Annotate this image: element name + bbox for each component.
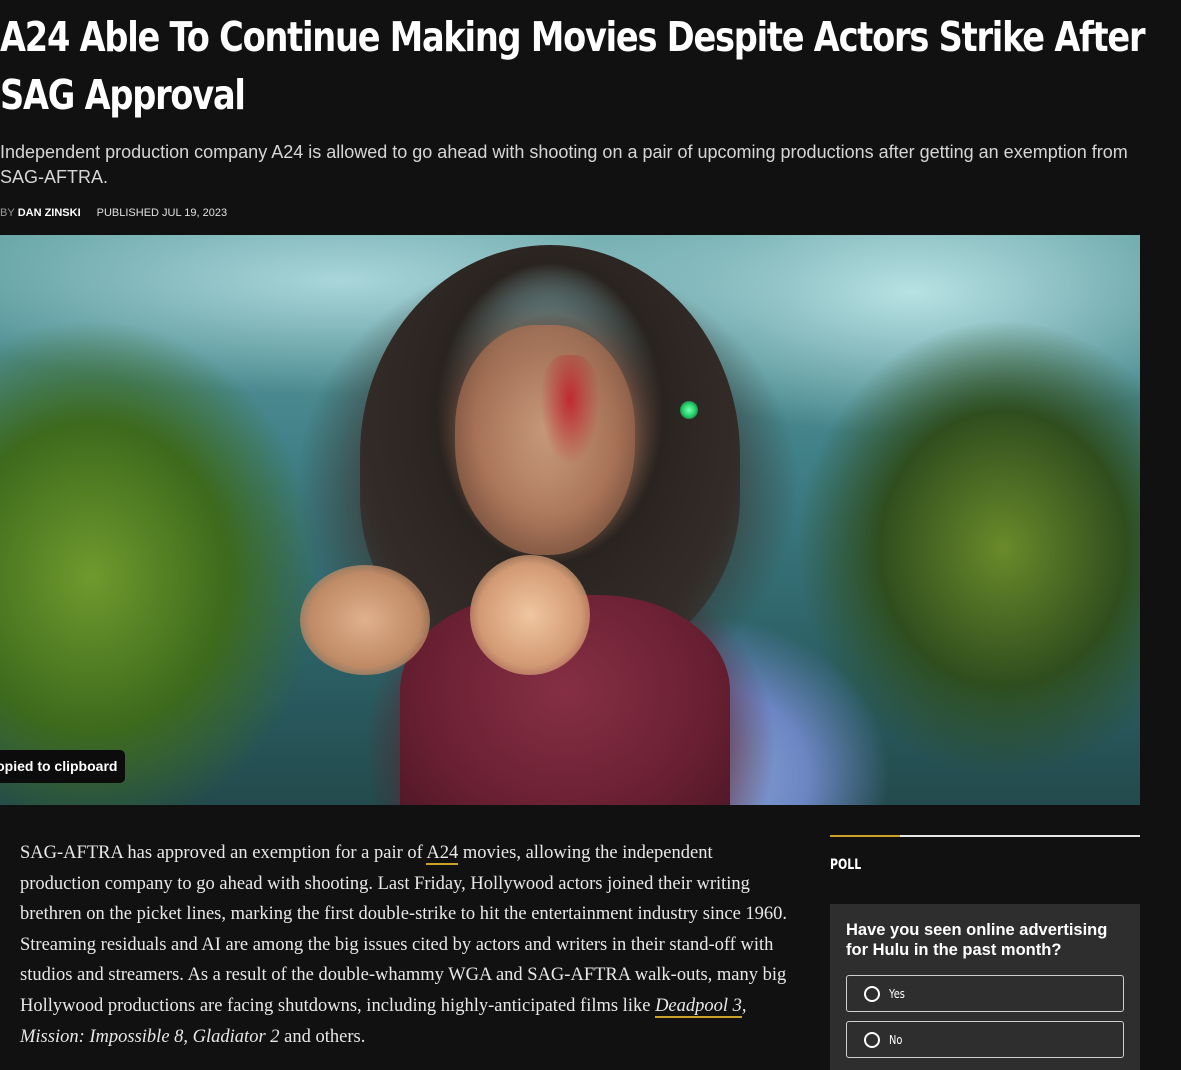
hero-image-right-hand (470, 555, 590, 675)
body-text-segment: and others. (279, 1026, 366, 1047)
hero-image-wound (540, 355, 600, 465)
radio-icon (864, 985, 880, 1002)
poll-question: Have you seen online advertising for Hul… (846, 921, 1108, 959)
body-text-segment: SAG-AFTRA has approved an exemption for … (20, 843, 427, 863)
body-text-segment: , (183, 1026, 193, 1047)
hero-image-left-hand (300, 565, 430, 675)
body-text-segment: movies, allowing the independent product… (20, 843, 788, 1016)
published-date: PUBLISHED JUL 19, 2023 (96, 207, 228, 219)
poll-option-no[interactable]: No (846, 1021, 1124, 1058)
poll-option-yes[interactable]: Yes (846, 975, 1124, 1012)
body-text-segment: , (741, 995, 747, 1016)
copied-toast: Copied to clipboard (0, 750, 125, 783)
mission-impossible-8-title: Mission: Impossible 8 (20, 1026, 184, 1047)
poll-widget: Have you seen online advertising for Hul… (830, 904, 1140, 1070)
author-link[interactable]: DAN ZINSKI (18, 207, 81, 219)
hero-image (0, 235, 1140, 805)
article-title: A24 Able To Continue Making Movies Despi… (0, 13, 1146, 119)
deadpool-3-link[interactable]: Deadpool 3 (655, 995, 742, 1018)
article-body: SAG-AFTRA has approved an exemption for … (20, 838, 790, 1052)
gladiator-2-title: Gladiator 2 (192, 1026, 280, 1047)
poll-option-label: Yes (889, 986, 905, 1001)
poll-divider-accent (830, 835, 900, 837)
radio-icon (864, 1031, 880, 1048)
poll-divider (830, 835, 1140, 837)
poll-heading: POLL (830, 857, 862, 873)
hero-image-earpiece (680, 401, 698, 419)
article-subtitle: Independent production company A24 is al… (0, 142, 1128, 187)
byline-author-group: BY DAN ZINSKI (0, 206, 81, 220)
a24-link[interactable]: A24 (426, 843, 459, 865)
byline-prefix: BY (0, 207, 15, 219)
byline: BY DAN ZINSKI PUBLISHED JUL 19, 2023 (0, 206, 227, 220)
poll-option-label: No (889, 1032, 903, 1047)
deadpool-3-title: Deadpool 3 (655, 995, 742, 1016)
